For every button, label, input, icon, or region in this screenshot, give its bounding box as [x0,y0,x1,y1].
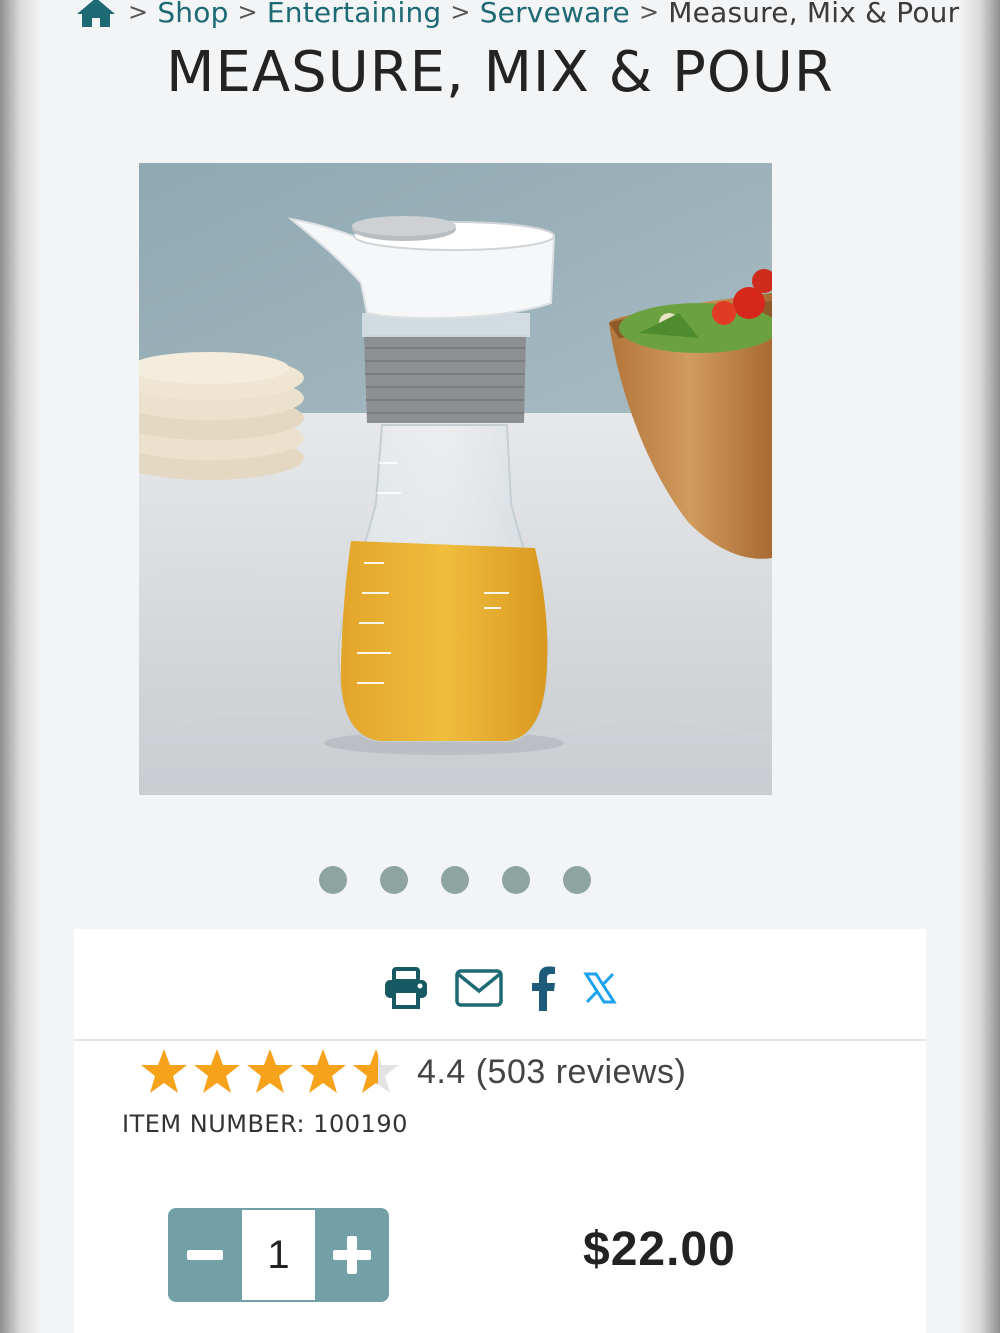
item-number: ITEM NUMBER: 100190 [122,1110,408,1138]
carousel-dot[interactable] [502,866,530,894]
quantity-stepper [168,1208,389,1302]
breadcrumb-separator: > [128,0,149,26]
star-icon [247,1049,293,1093]
star-rating [139,1047,401,1097]
email-icon[interactable] [455,969,503,1007]
quantity-input[interactable] [242,1208,315,1302]
breadcrumb: > Shop > Entertaining > Serveware > Meas… [75,0,959,32]
image-carousel-dots [319,866,591,894]
product-page: > Shop > Entertaining > Serveware > Meas… [39,0,961,1333]
breadcrumb-entertaining[interactable]: Entertaining [267,0,442,29]
breadcrumb-separator: > [237,0,258,26]
increase-quantity-button[interactable] [315,1208,389,1302]
star-half-icon [353,1049,399,1093]
rating-summary[interactable]: 4.4 (503 reviews) [417,1053,686,1092]
minus-icon [187,1250,223,1260]
carousel-dot[interactable] [441,866,469,894]
breadcrumb-serveware[interactable]: Serveware [480,0,630,29]
breadcrumb-shop[interactable]: Shop [157,0,228,29]
carousel-dot[interactable] [380,866,408,894]
plus-icon [333,1236,371,1274]
x-icon[interactable] [583,971,617,1005]
product-price: $22.00 [583,1223,736,1276]
star-icon [300,1049,346,1093]
breadcrumb-separator: > [450,0,471,26]
breadcrumb-current: Measure, Mix & Pour [668,0,960,29]
breadcrumb-separator: > [638,0,660,26]
print-icon[interactable] [383,967,429,1009]
product-image[interactable] [139,163,772,795]
star-icon [194,1049,240,1093]
rating[interactable]: 4.4 (503 reviews) [139,1047,686,1097]
carousel-dot[interactable] [319,866,347,894]
star-icon [141,1049,187,1093]
home-icon[interactable] [75,0,117,28]
decrease-quantity-button[interactable] [168,1208,242,1302]
page-title: MEASURE, MIX & POUR [166,40,834,105]
share-bar [74,929,926,1041]
facebook-icon[interactable] [529,965,557,1011]
carousel-dot[interactable] [563,866,591,894]
product-info-card: 4.4 (503 reviews) ITEM NUMBER: 100190 $2… [74,929,926,1333]
